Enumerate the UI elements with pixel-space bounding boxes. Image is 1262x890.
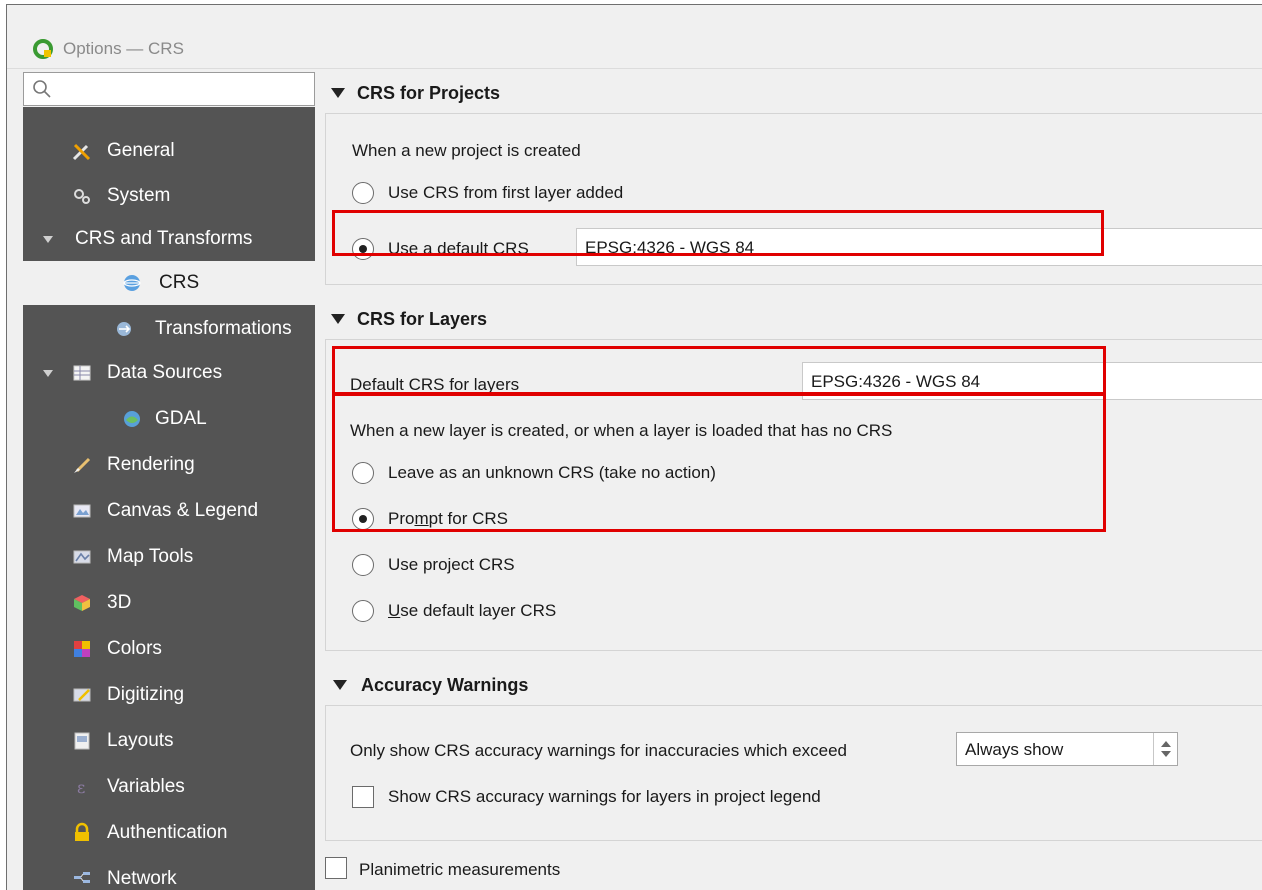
sidebar-item-variables[interactable]: ε Variables [23, 765, 315, 809]
options-window: Options — CRS General System CRS and Tra… [6, 4, 1262, 890]
sidebar-item-colors[interactable]: Colors [23, 627, 315, 671]
radio-first-layer[interactable] [352, 182, 374, 204]
sidebar-item-transformations[interactable]: Transformations [23, 307, 315, 351]
show-legend-warnings-checkbox[interactable] [352, 786, 374, 808]
canvas-icon [73, 504, 91, 518]
globe-icon [123, 275, 141, 291]
collapse-arrow-icon[interactable] [331, 314, 345, 324]
project-default-crs-selector[interactable]: EPSG:4326 - WGS 84 [576, 228, 1262, 266]
search-input[interactable] [23, 72, 315, 106]
network-icon [74, 872, 90, 883]
window-title: Options — CRS [63, 39, 184, 58]
collapse-arrow-icon[interactable] [333, 680, 347, 690]
sidebar-item-authentication[interactable]: Authentication [23, 811, 315, 855]
radio-project-crs-label: Use project CRS [388, 555, 515, 574]
palette-icon [74, 641, 90, 657]
radio-default-layer-crs[interactable] [352, 600, 374, 622]
crs-projects-group: When a new project is created Use CRS fr… [325, 113, 1262, 285]
sidebar-item-layouts[interactable]: Layouts [23, 719, 315, 763]
sidebar-item-gdal[interactable]: GDAL [23, 397, 315, 441]
sidebar-item-crs[interactable]: CRS [23, 261, 315, 305]
sidebar-item-canvas-legend[interactable]: Canvas & Legend [23, 489, 315, 533]
radio-default-layer-crs-label: Use default layer CRS [388, 601, 557, 620]
radio-prompt-crs-label: Prompt for CRS [388, 509, 508, 528]
section-crs-projects-header[interactable]: CRS for Projects [317, 73, 1262, 113]
radio-unknown-crs-label: Leave as an unknown CRS (take no action) [388, 463, 716, 482]
layer-when-new-label: When a new layer is created, or when a l… [350, 421, 893, 440]
sidebar-item-general[interactable]: General [23, 129, 315, 173]
tools-icon [72, 143, 91, 161]
expand-arrow-icon[interactable] [43, 236, 53, 243]
accuracy-threshold-spinbox[interactable]: Always show [956, 732, 1178, 766]
gdal-icon [124, 411, 140, 427]
crs-layers-group: Default CRS for layers EPSG:4326 - WGS 8… [325, 339, 1262, 651]
sidebar-item-map-tools[interactable]: Map Tools [23, 535, 315, 579]
cube-icon [74, 595, 90, 611]
collapse-arrow-icon[interactable] [331, 88, 345, 98]
default-crs-layers-label: Default CRS for layers [350, 375, 520, 394]
layouts-icon [74, 732, 90, 750]
search-icon [33, 80, 51, 98]
digitizing-icon [73, 688, 91, 702]
table-icon [73, 365, 91, 381]
title-bar: Options — CRS [7, 5, 1262, 69]
brush-icon [74, 457, 91, 473]
layer-default-crs-selector[interactable]: EPSG:4326 - WGS 84 [802, 362, 1262, 400]
show-legend-warnings-label: Show CRS accuracy warnings for layers in… [388, 787, 821, 806]
planimetric-label: Planimetric measurements [359, 860, 561, 879]
section-accuracy-warnings-header[interactable]: Accuracy Warnings [317, 665, 1262, 705]
qgis-logo-icon [33, 39, 53, 59]
sidebar-item-crs-and-transforms[interactable]: CRS and Transforms [23, 217, 315, 261]
accuracy-exceed-label: Only show CRS accuracy warnings for inac… [350, 741, 847, 760]
sidebar-item-network[interactable]: Network [23, 857, 315, 890]
radio-default-crs-label: Use a default CRS [388, 239, 529, 258]
sidebar-item-rendering[interactable]: Rendering [23, 443, 315, 487]
radio-prompt-crs[interactable] [352, 508, 374, 530]
variables-icon: ε [77, 778, 85, 797]
spin-up-icon[interactable] [1161, 741, 1171, 747]
radio-unknown-crs[interactable] [352, 462, 374, 484]
planimetric-checkbox[interactable] [325, 857, 347, 879]
sidebar-item-system[interactable]: System [23, 174, 315, 218]
sidebar-item-data-sources[interactable]: Data Sources [23, 351, 315, 395]
crs-settings-panel: CRS for Projects When a new project is c… [317, 69, 1262, 890]
lock-icon [75, 822, 89, 841]
accuracy-warnings-group: Only show CRS accuracy warnings for inac… [325, 705, 1262, 841]
radio-first-layer-label: Use CRS from first layer added [388, 183, 624, 202]
expand-arrow-icon[interactable] [43, 370, 53, 377]
section-crs-layers-header[interactable]: CRS for Layers [317, 299, 1262, 339]
radio-default-crs[interactable] [352, 238, 374, 260]
sidebar-item-digitizing[interactable]: Digitizing [23, 673, 315, 717]
system-icon [74, 189, 90, 204]
svg-text:ε: ε [77, 778, 85, 797]
spin-down-icon[interactable] [1161, 751, 1171, 757]
project-when-new-label: When a new project is created [352, 141, 581, 160]
options-sidebar: General System CRS and Transforms CRS Tr… [23, 107, 315, 890]
spin-arrows[interactable] [1153, 733, 1177, 765]
sidebar-item-3d[interactable]: 3D [23, 581, 315, 625]
map-tools-icon [73, 550, 91, 564]
transform-icon [117, 322, 131, 336]
radio-project-crs[interactable] [352, 554, 374, 576]
